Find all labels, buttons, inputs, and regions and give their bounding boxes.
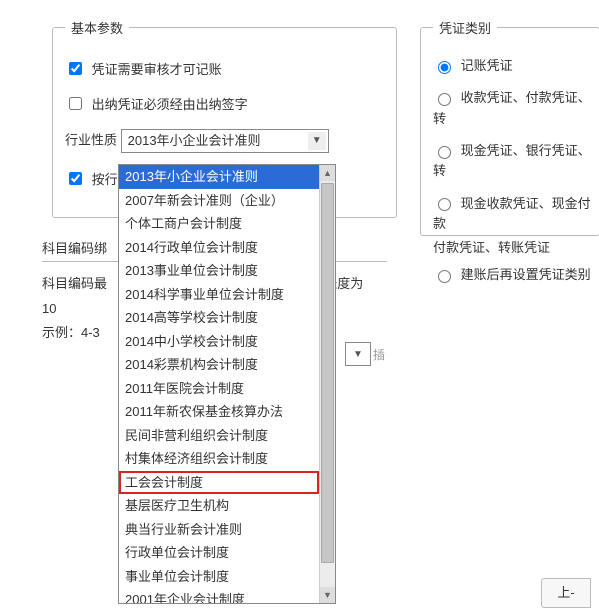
voucher-type-legend: 凭证类别 [433,18,497,37]
dropdown-item[interactable]: 2014彩票机构会计制度 [119,353,319,377]
dropdown-item[interactable]: 工会会计制度 [119,471,319,495]
voucher-opt-0: 记账凭证 [433,55,599,75]
voucher-opt-3: 现金收款凭证、现金付款 [433,193,599,234]
voucher-opt-2: 现金凭证、银行凭证、转 [433,140,599,181]
voucher-radio-2[interactable] [438,146,451,159]
dropdown-item[interactable]: 2014中小学校会计制度 [119,330,319,354]
encoding-line3: 示例：4-3 [42,325,100,340]
prev-button[interactable]: 上- [541,578,591,608]
dropdown-item[interactable]: 民间非营利组织会计制度 [119,424,319,448]
industry-select[interactable]: 2013年小企业会计准则 ▼ [121,129,329,153]
row-industry: 行业性质 2013年小企业会计准则 ▼ [65,129,384,153]
voucher-label-1: 收款凭证、付款凭证、转 [433,90,591,125]
basic-params-legend: 基本参数 [65,18,129,37]
voucher-label-0: 记账凭证 [461,58,513,73]
right-mini-controls: ▼ 插 [345,342,385,366]
cashier-checkbox[interactable] [69,97,82,110]
voucher-label-4: 建账后再设置凭证类别 [461,267,591,282]
scroll-down-icon[interactable]: ▼ [320,587,335,603]
industry-dropdown: 2013年小企业会计准则2007年新会计准则（企业）个体工商户会计制度2014行… [118,164,336,604]
industry-label: 行业性质 [65,132,117,147]
encoding-line1a: 科目编码最 [42,276,107,291]
voucher-radio-1[interactable] [438,93,451,106]
dropdown-item[interactable]: 2014科学事业单位会计制度 [119,283,319,307]
voucher-label-3: 现金收款凭证、现金付款 [433,195,591,230]
dropdown-item[interactable]: 2013事业单位会计制度 [119,259,319,283]
scroll-thumb[interactable] [321,183,334,563]
dropdown-item[interactable]: 2013年小企业会计准则 [119,165,319,189]
dropdown-item[interactable]: 2011年医院会计制度 [119,377,319,401]
dropdown-item[interactable]: 事业单位会计制度 [119,565,319,589]
dropdown-item[interactable]: 2007年新会计准则（企业） [119,189,319,213]
voucher-label-2: 现金凭证、银行凭证、转 [433,143,591,178]
voucher-radio-3[interactable] [438,198,451,211]
prev-button-label: 上- [557,585,574,600]
voucher-extra-line: 付款凭证、转账凭证 [433,237,599,256]
encoding-line2: 10 [42,301,56,316]
row-review: 凭证需要审核才可记账 [65,59,384,78]
dropdown-item[interactable]: 2001年企业会计制度 [119,588,319,603]
dropdown-item[interactable]: 2011年新农保基金核算办法 [119,400,319,424]
voucher-opt-1: 收款凭证、付款凭证、转 [433,87,599,128]
review-checkbox[interactable] [69,62,82,75]
dropdown-item[interactable]: 典当行业新会计准则 [119,518,319,542]
dropdown-item[interactable]: 村集体经济组织会计制度 [119,447,319,471]
scroll-up-icon[interactable]: ▲ [320,165,335,181]
review-label: 凭证需要审核才可记账 [92,62,222,77]
cashier-label: 出纳凭证必须经由出纳签字 [92,97,248,112]
byindustry-checkbox[interactable] [69,172,82,185]
insert-hint: 插 [373,346,385,363]
dropdown-item[interactable]: 2014行政单位会计制度 [119,236,319,260]
row-cashier: 出纳凭证必须经由出纳签字 [65,94,384,113]
mini-select[interactable]: ▼ [345,342,371,366]
chevron-down-icon: ▼ [308,132,326,150]
industry-selected-text: 2013年小企业会计准则 [128,133,261,148]
dropdown-item[interactable]: 基层医疗卫生机构 [119,494,319,518]
dropdown-item[interactable]: 个体工商户会计制度 [119,212,319,236]
dropdown-item[interactable]: 2014高等学校会计制度 [119,306,319,330]
voucher-radio-0[interactable] [438,61,451,74]
dropdown-item[interactable]: 行政单位会计制度 [119,541,319,565]
voucher-radio-4[interactable] [438,270,451,283]
voucher-opt-4: 建账后再设置凭证类别 [433,264,599,284]
industry-dropdown-list: 2013年小企业会计准则2007年新会计准则（企业）个体工商户会计制度2014行… [119,165,319,603]
voucher-type-fieldset: 凭证类别 记账凭证 收款凭证、付款凭证、转 现金凭证、银行凭证、转 现金收款凭证… [420,18,599,236]
dropdown-scrollbar[interactable]: ▲ ▼ [319,165,335,603]
